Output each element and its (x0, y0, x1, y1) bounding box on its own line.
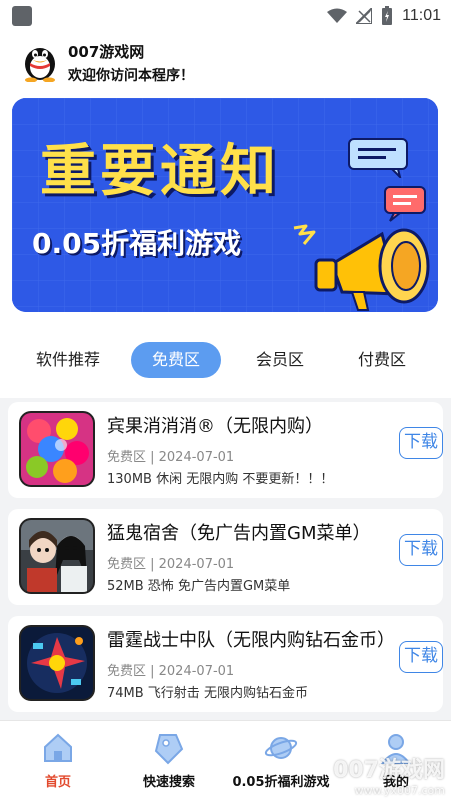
welcome-text: 欢迎你访问本程序！ (68, 68, 194, 84)
download-button[interactable]: 下载 (399, 534, 443, 566)
wifi-icon (327, 8, 348, 23)
game-description: 130MB 休闲 无限内购 不要更新！！！ (107, 472, 334, 487)
tab-free-zone[interactable]: 免费区 (131, 342, 221, 378)
game-description: 52MB 恐怖 免广告内置GM菜单 (107, 579, 291, 594)
megaphone-icon (314, 228, 430, 311)
app-header: 007游戏网 欢迎你访问本程序！ (0, 32, 451, 92)
download-button[interactable]: 下载 (399, 427, 443, 459)
signal-icon (356, 8, 373, 24)
game-card[interactable]: 猛鬼宿舍（免广告内置GM菜单） 免费区 | 2024-07-01 52MB 恐怖… (8, 509, 443, 605)
spark-icon (293, 224, 316, 245)
tab-paid-zone[interactable]: 付费区 (345, 342, 419, 378)
clock: 11:01 (402, 7, 441, 24)
banner-subtitle: 0.05折福利游戏 (32, 227, 242, 260)
status-bar: 11:01 (0, 0, 451, 32)
nav-quick-search-label: 快速搜索 (142, 775, 195, 790)
game-meta: 免费区 | 2024-07-01 (107, 557, 235, 572)
banner-title: 重要通知 (40, 139, 280, 204)
chat-bubble-icon (348, 138, 408, 178)
game-thumbnail (19, 411, 95, 487)
banner-title-wrap: 重要通知 (40, 126, 340, 206)
nav-home[interactable]: 首页 (30, 731, 86, 790)
game-description: 74MB 飞行射击 无限内购钻石金币 (107, 686, 308, 701)
game-thumbnail (19, 518, 95, 594)
category-tabs: 软件推荐 免费区 会员区 付费区 (0, 338, 451, 382)
game-title[interactable]: 宾果消消消®（无限内购） (107, 412, 397, 438)
tag-search-icon (154, 734, 184, 765)
site-watermark: 007游戏网 www.yx007.com (333, 752, 445, 797)
planet-icon (264, 737, 298, 759)
tab-software-recommend[interactable]: 软件推荐 (26, 342, 110, 378)
notice-banner[interactable]: 重要通知 0.05折福利游戏 (12, 98, 438, 312)
download-button[interactable]: 下载 (399, 641, 443, 673)
nav-discount-games-label: 0.05折福利游戏 (232, 775, 330, 790)
app-name: 007游戏网 (68, 43, 145, 61)
game-title[interactable]: 雷霆战士中队（无限内购钻石金币） (107, 626, 397, 652)
watermark-title: 007游戏网 (333, 758, 445, 783)
game-meta: 免费区 | 2024-07-01 (107, 450, 235, 465)
tab-member-zone[interactable]: 会员区 (245, 342, 315, 378)
game-meta: 免费区 | 2024-07-01 (107, 664, 235, 679)
notification-icon (12, 6, 32, 26)
nav-quick-search[interactable]: 快速搜索 (134, 731, 204, 790)
watermark-url: www.yx007.com (354, 784, 445, 797)
nav-home-label: 首页 (44, 775, 71, 790)
game-card[interactable]: 宾果消消消®（无限内购） 免费区 | 2024-07-01 130MB 休闲 无… (8, 402, 443, 498)
game-title[interactable]: 猛鬼宿舍（免广告内置GM菜单） (107, 519, 397, 545)
penguin-avatar (25, 48, 55, 82)
game-card[interactable]: 雷霆战士中队（无限内购钻石金币） 免费区 | 2024-07-01 74MB 飞… (8, 616, 443, 712)
game-thumbnail (19, 625, 95, 701)
home-icon (44, 733, 72, 762)
battery-icon (382, 6, 393, 25)
nav-discount-games[interactable]: 0.05折福利游戏 (228, 731, 334, 790)
